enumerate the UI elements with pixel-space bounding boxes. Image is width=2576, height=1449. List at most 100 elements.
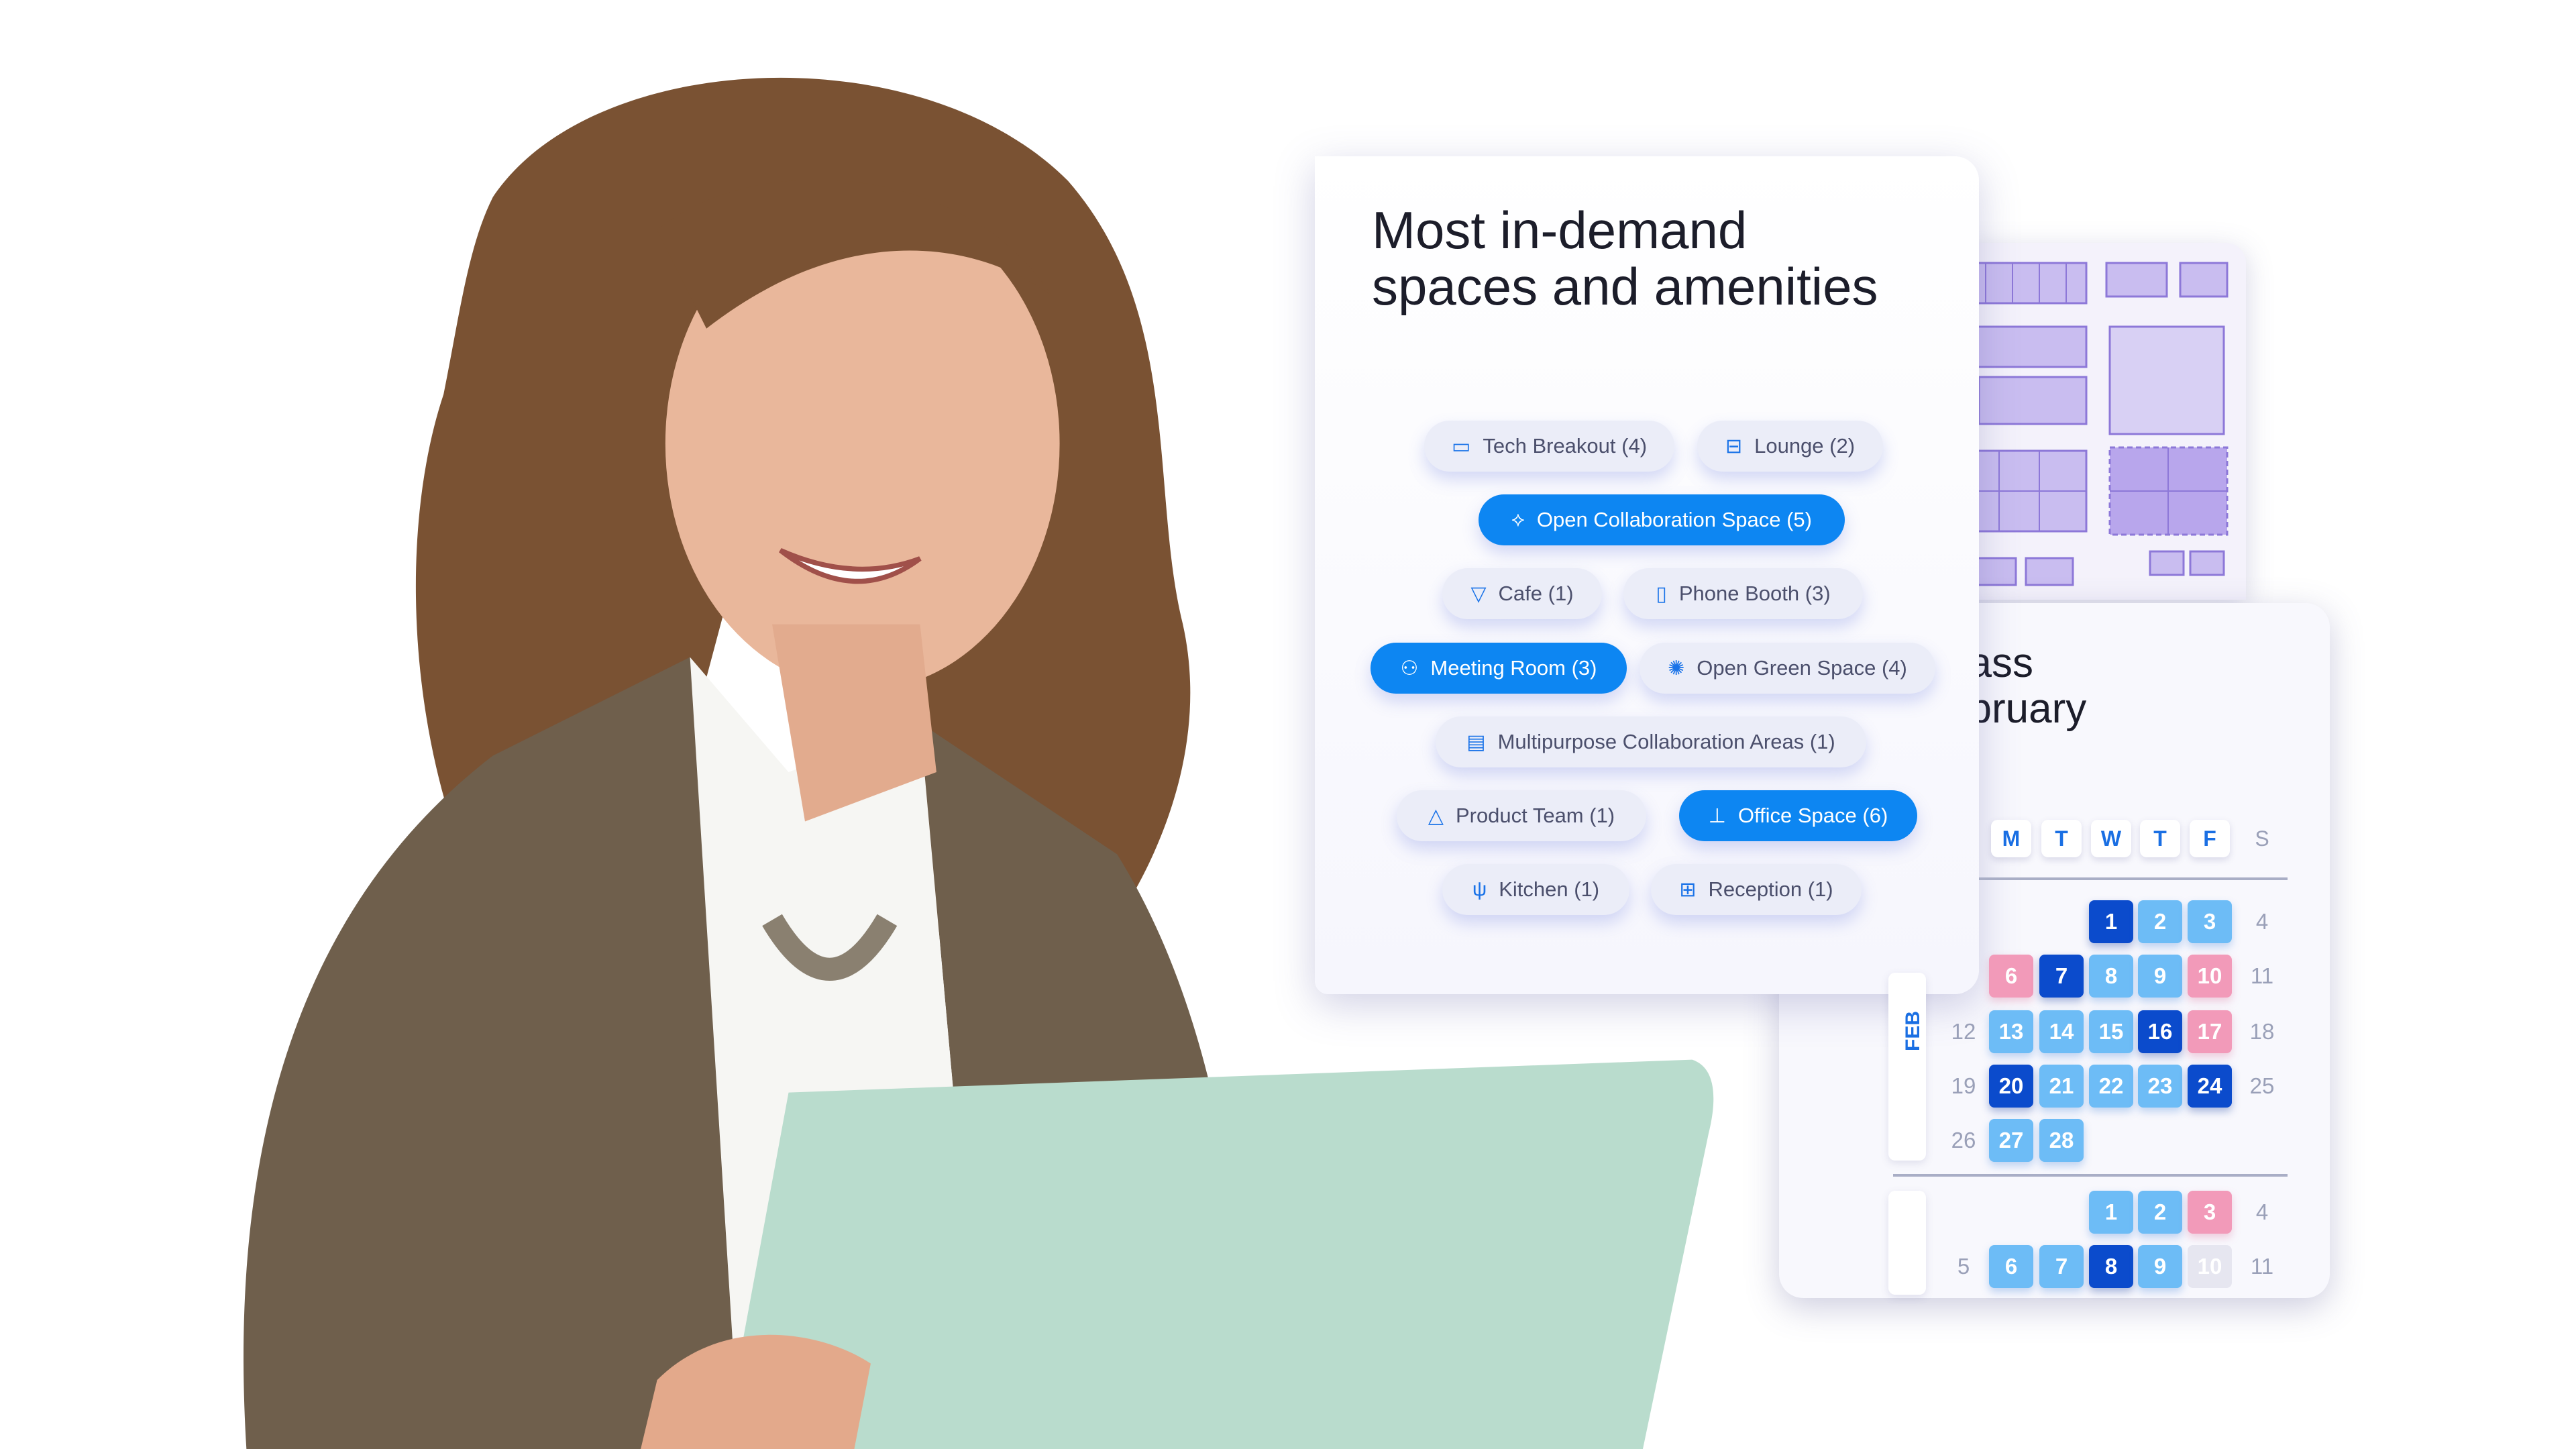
chip-label: Open Collaboration Space (5) (1536, 508, 1812, 531)
header-divider (1979, 877, 2288, 880)
calendar-day-mar-10[interactable]: 10 (2188, 1245, 2232, 1288)
meeting-icon: ⚇ (1400, 657, 1419, 680)
month-divider (1893, 1174, 2288, 1177)
chip-kitchen[interactable]: ψ Kitchen (1) (1442, 864, 1629, 915)
calendar-day-feb-16[interactable]: 16 (2138, 1010, 2182, 1053)
calendar-day-mar-6[interactable]: 6 (1989, 1245, 2033, 1288)
calendar-day-feb-20[interactable]: 20 (1989, 1065, 2033, 1108)
calendar-day-feb-26[interactable]: 26 (1941, 1119, 1986, 1162)
calendar-day-feb-17[interactable]: 17 (2188, 1010, 2232, 1053)
calendar-day-feb-3[interactable]: 3 (2188, 900, 2232, 943)
desk-icon: ⊥ (1708, 804, 1726, 827)
calendar-day-feb-19[interactable]: 19 (1941, 1065, 1986, 1108)
hair-front (657, 180, 1052, 329)
calendar-day-mar-1[interactable]: 1 (2089, 1191, 2133, 1234)
chip-label: Lounge (2) (1754, 434, 1856, 458)
chip-label: Product Team (1) (1455, 804, 1615, 827)
weekday-header: T (2140, 820, 2180, 857)
calendar-day-feb-1[interactable]: 1 (2089, 900, 2133, 943)
calendar-day-feb-13[interactable]: 13 (1989, 1010, 2033, 1053)
card-title: Most in-demand spaces and amenities (1372, 202, 1878, 315)
cup-icon: ▽ (1470, 582, 1487, 605)
calendar-day-mar-9[interactable]: 9 (2138, 1245, 2182, 1288)
phone-booth-icon: ▯ (1656, 582, 1667, 605)
calendar-day-feb-2[interactable]: 2 (2138, 900, 2182, 943)
calendar-day-feb-27[interactable]: 27 (1989, 1119, 2033, 1162)
calendar-day-mar-8[interactable]: 8 (2089, 1245, 2133, 1288)
calendar-day-feb-28[interactable]: 28 (2039, 1119, 2084, 1162)
neck (772, 624, 936, 822)
calendar-day-mar-11[interactable]: 11 (2240, 1245, 2284, 1288)
calendar-day-feb-10[interactable]: 10 (2188, 955, 2232, 998)
calendar-day-feb-11[interactable]: 11 (2240, 955, 2284, 998)
weekday-header: F (2190, 820, 2230, 857)
chip-label: Open Green Space (4) (1697, 656, 1907, 680)
chip-label: Office Space (6) (1737, 804, 1888, 827)
chip-meeting-room[interactable]: ⚇ Meeting Room (3) (1371, 643, 1627, 694)
chip-tech-breakout[interactable]: ▭ Tech Breakout (4) (1424, 421, 1674, 472)
month-tab-feb (1888, 973, 1926, 1161)
chip-open-green-space[interactable]: ✺ Open Green Space (4) (1640, 643, 1935, 694)
chip-label: Multipurpose Collaboration Areas (1) (1497, 730, 1835, 753)
month-tab-mar (1888, 1191, 1926, 1295)
month-label: FEB (1902, 1011, 1924, 1051)
calendar-day-mar-7[interactable]: 7 (2039, 1245, 2084, 1288)
laptop-icon: ▭ (1451, 435, 1471, 458)
chip-office-space[interactable]: ⊥ Office Space (6) (1679, 790, 1917, 841)
weekday-header: T (2041, 820, 2082, 857)
calendar-day-mar-4[interactable]: 4 (2240, 1191, 2284, 1234)
chip-cafe[interactable]: ▽ Cafe (1) (1442, 568, 1602, 619)
chip-label: Tech Breakout (4) (1483, 434, 1648, 458)
chip-label: Cafe (1) (1498, 582, 1574, 605)
calendar-day-mar-3[interactable]: 3 (2188, 1191, 2232, 1234)
sofa-icon: ⊟ (1725, 435, 1743, 458)
calendar-day-feb-25[interactable]: 25 (2240, 1065, 2284, 1108)
chip-label: Meeting Room (3) (1430, 656, 1597, 680)
chip-reception[interactable]: ⊞ Reception (1) (1651, 864, 1862, 915)
calendar-day-mar-5[interactable]: 5 (1941, 1245, 1986, 1288)
weekday-header: W (2091, 820, 2131, 857)
shirt (690, 657, 986, 1449)
weekday-header: M (1991, 820, 2031, 857)
jacket (244, 657, 1249, 1449)
chip-lounge[interactable]: ⊟ Lounge (2) (1697, 421, 1883, 472)
calendar-day-feb-12[interactable]: 12 (1941, 1010, 1986, 1053)
floor-plan-card (1959, 243, 2246, 600)
calendar-day-feb-15[interactable]: 15 (2089, 1010, 2133, 1053)
calendar-day-feb-8[interactable]: 8 (2089, 955, 2133, 998)
calendar-day-feb-7[interactable]: 7 (2039, 955, 2084, 998)
hand (641, 1334, 871, 1449)
sun-icon: ✺ (1668, 657, 1685, 680)
calendar-day-feb-6[interactable]: 6 (1989, 955, 2033, 998)
in-demand-spaces-card: Most in-demand spaces and amenities ▭ Tec… (1315, 156, 1979, 994)
chip-label: Phone Booth (3) (1678, 582, 1831, 605)
calendar-day-feb-4[interactable]: 4 (2240, 900, 2284, 943)
calendar-day-feb-22[interactable]: 22 (2089, 1065, 2133, 1108)
chip-label: Kitchen (1) (1499, 877, 1600, 901)
face (665, 197, 1060, 690)
chip-product-team[interactable]: △ Product Team (1) (1397, 790, 1646, 841)
calendar-day-mar-2[interactable]: 2 (2138, 1191, 2182, 1234)
calendar-day-feb-23[interactable]: 23 (2138, 1065, 2182, 1108)
chip-open-collaboration-space[interactable]: ⟡ Open Collaboration Space (5) (1479, 494, 1845, 545)
calendar-day-feb-21[interactable]: 21 (2039, 1065, 2084, 1108)
floor-plan-map (1959, 262, 2229, 586)
utensils-icon: ψ (1472, 878, 1487, 900)
calendar-day-feb-9[interactable]: 9 (2138, 955, 2182, 998)
calendar-day-feb-24[interactable]: 24 (2188, 1065, 2232, 1108)
calendar-day-feb-14[interactable]: 14 (2039, 1010, 2084, 1053)
smile (779, 548, 922, 584)
hair (415, 77, 1191, 1002)
chip-phone-booth[interactable]: ▯ Phone Booth (3) (1623, 568, 1863, 619)
calendar-day-feb-18[interactable]: 18 (2240, 1010, 2284, 1053)
chat-icon: ▤ (1466, 731, 1486, 753)
network-icon: ⟡ (1511, 508, 1525, 531)
reception-icon: ⊞ (1679, 878, 1697, 901)
card-title-line1: Most in-demand (1372, 201, 1748, 260)
card-title-line2: spaces and amenities (1372, 257, 1878, 316)
weekday-header: S (2255, 826, 2269, 851)
laptop (722, 1059, 1714, 1449)
chip-multipurpose-collaboration-areas[interactable]: ▤ Multipurpose Collaboration Areas (1) (1436, 716, 1866, 767)
chip-label: Reception (1) (1708, 877, 1833, 901)
shapes-icon: △ (1428, 804, 1444, 827)
